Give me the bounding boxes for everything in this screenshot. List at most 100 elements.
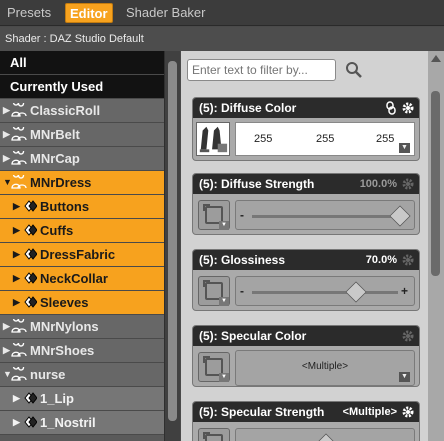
search-icon[interactable] [345,61,363,79]
tree-item-label: Sleeves [40,295,89,310]
tree-item-label: Cuffs [40,223,74,238]
color-values[interactable]: 255 255 255 ▼ [235,122,415,156]
property-value: 70.0% [365,254,397,266]
chevron-down-icon: ▼ [219,221,229,230]
properties-scroll-thumb[interactable] [431,91,440,276]
slider-track [252,215,398,218]
property-title: (5): Specular Strength [199,405,325,419]
dress-texture-icon [199,126,228,153]
slider-knob[interactable] [389,205,411,227]
property-title: (5): Specular Color [199,329,307,343]
shader-label: Shader : DAZ Studio Default [0,27,444,51]
slider-knob[interactable] [315,433,337,441]
tree-item-label: Buttons [40,199,90,214]
chevron-right-icon[interactable]: ▶ [3,147,10,170]
minus-icon[interactable]: - [240,284,244,298]
map-button[interactable]: ▼ [198,352,230,382]
property-diffuse-color: (5): Diffuse Color 255 255 255 ▼ [192,97,420,161]
chevron-right-icon[interactable]: ▶ [13,243,20,266]
tree-currently-used[interactable]: Currently Used [0,75,164,99]
tab-shader-baker[interactable]: Shader Baker [122,3,210,23]
figure-icon [11,151,27,165]
tree-item-nurse[interactable]: ▼ nurse [0,363,164,387]
gear-icon[interactable] [401,101,415,115]
filter-input[interactable] [187,59,336,81]
figure-icon [11,103,27,117]
map-button[interactable]: ▼ [198,200,230,230]
tree-item-label: nurse [30,367,66,382]
tree-item-mnrdress[interactable]: ▼ MNrDress [0,171,164,195]
property-slider[interactable]: - + [235,276,415,306]
chevron-right-icon[interactable]: ▶ [13,387,20,410]
tree-item-cuffs[interactable]: ▶ Cuffs [0,219,164,243]
property-slider[interactable] [235,428,415,441]
gear-icon[interactable] [401,253,415,267]
properties-scrollbar[interactable] [428,51,444,441]
property-value: 100.0% [359,178,397,190]
tree-item-label: MNrCap [30,151,80,166]
chevron-down-icon: ▼ [219,297,229,306]
map-button[interactable]: ▼ [198,428,230,441]
chevron-right-icon[interactable]: ▶ [3,99,10,122]
link-icon[interactable] [385,101,397,115]
property-title: (5): Glossiness [199,253,286,267]
tab-bar: Presets Editor Shader Baker [0,0,444,26]
chevron-right-icon[interactable]: ▶ [3,123,10,146]
property-header: (5): Specular Color [193,326,419,346]
tree-item-sleeves[interactable]: ▶ Sleeves [0,291,164,315]
property-specular-strength: (5): Specular Strength <Multiple> ▼ [192,401,420,441]
tree-scrollbar[interactable] [164,51,180,441]
gear-icon[interactable] [401,329,415,343]
tree-item-classicroll[interactable]: ▶ ClassicRoll [0,99,164,123]
tree-item-neckcollar[interactable]: ▶ NeckCollar [0,267,164,291]
tree-item-1-lip[interactable]: ▶ 1_Lip [0,387,164,411]
gear-icon[interactable] [401,177,415,191]
chevron-right-icon[interactable]: ▶ [13,411,20,434]
tree-item-mnrcap[interactable]: ▶ MNrCap [0,147,164,171]
chevron-right-icon[interactable]: ▶ [3,315,10,338]
chevron-right-icon[interactable]: ▶ [13,219,20,242]
properties-panel: (5): Diffuse Color 255 255 255 ▼ [181,51,444,441]
property-header: (5): Glossiness 70.0% [193,250,419,270]
slider-knob[interactable] [344,281,367,303]
tree-scroll-thumb[interactable] [168,61,177,421]
tree-currently-used-label: Currently Used [10,79,104,94]
chevron-right-icon[interactable]: ▶ [13,195,20,218]
slider-track [252,291,398,294]
texture-map-thumbnail[interactable] [196,122,230,156]
tab-presets[interactable]: Presets [3,3,55,23]
tree-item-buttons[interactable]: ▶ Buttons [0,195,164,219]
gear-icon[interactable] [401,405,415,419]
chevron-down-icon[interactable]: ▼ [399,143,410,153]
tree-item-1-nostril[interactable]: ▶ 1_Nostril [0,411,164,435]
material-icon [24,296,37,308]
property-slider[interactable]: - [235,200,415,230]
material-icon [24,224,37,236]
color-red-value: 255 [254,133,273,145]
tree-item-label: 1_Lip [40,391,74,406]
chevron-right-icon[interactable]: ▶ [13,267,20,290]
tree-all[interactable]: All [0,51,164,75]
chevron-right-icon[interactable]: ▶ [3,339,10,362]
property-header: (5): Diffuse Color [193,98,419,118]
tab-editor[interactable]: Editor [65,3,113,23]
chevron-right-icon[interactable]: ▶ [13,291,20,314]
property-value: <Multiple> [342,406,397,418]
tree-item-mnrnylons[interactable]: ▶ MNrNylons [0,315,164,339]
plus-icon[interactable]: + [401,284,408,298]
minus-icon[interactable]: - [240,208,244,222]
figure-icon [11,343,27,357]
tree-item-mnrshoes[interactable]: ▶ MNrShoes [0,339,164,363]
tree-item-dressfabric[interactable]: ▶ DressFabric [0,243,164,267]
scroll-up-icon[interactable] [431,55,441,62]
figure-icon [11,367,27,381]
surface-tree: All Currently Used ▶ ClassicRoll ▶ MNrBelt ▶… [0,51,164,441]
chevron-down-icon[interactable]: ▼ [399,372,410,382]
color-green-value: 255 [316,133,335,145]
property-title: (5): Diffuse Color [199,101,297,115]
specular-color-multiple[interactable]: <Multiple> ▼ [235,350,415,386]
tree-item-label: DressFabric [40,247,116,262]
property-specular-color: (5): Specular Color ▼ <Multiple> ▼ [192,325,420,387]
tree-item-mnrbelt[interactable]: ▶ MNrBelt [0,123,164,147]
map-button[interactable]: ▼ [198,276,230,306]
